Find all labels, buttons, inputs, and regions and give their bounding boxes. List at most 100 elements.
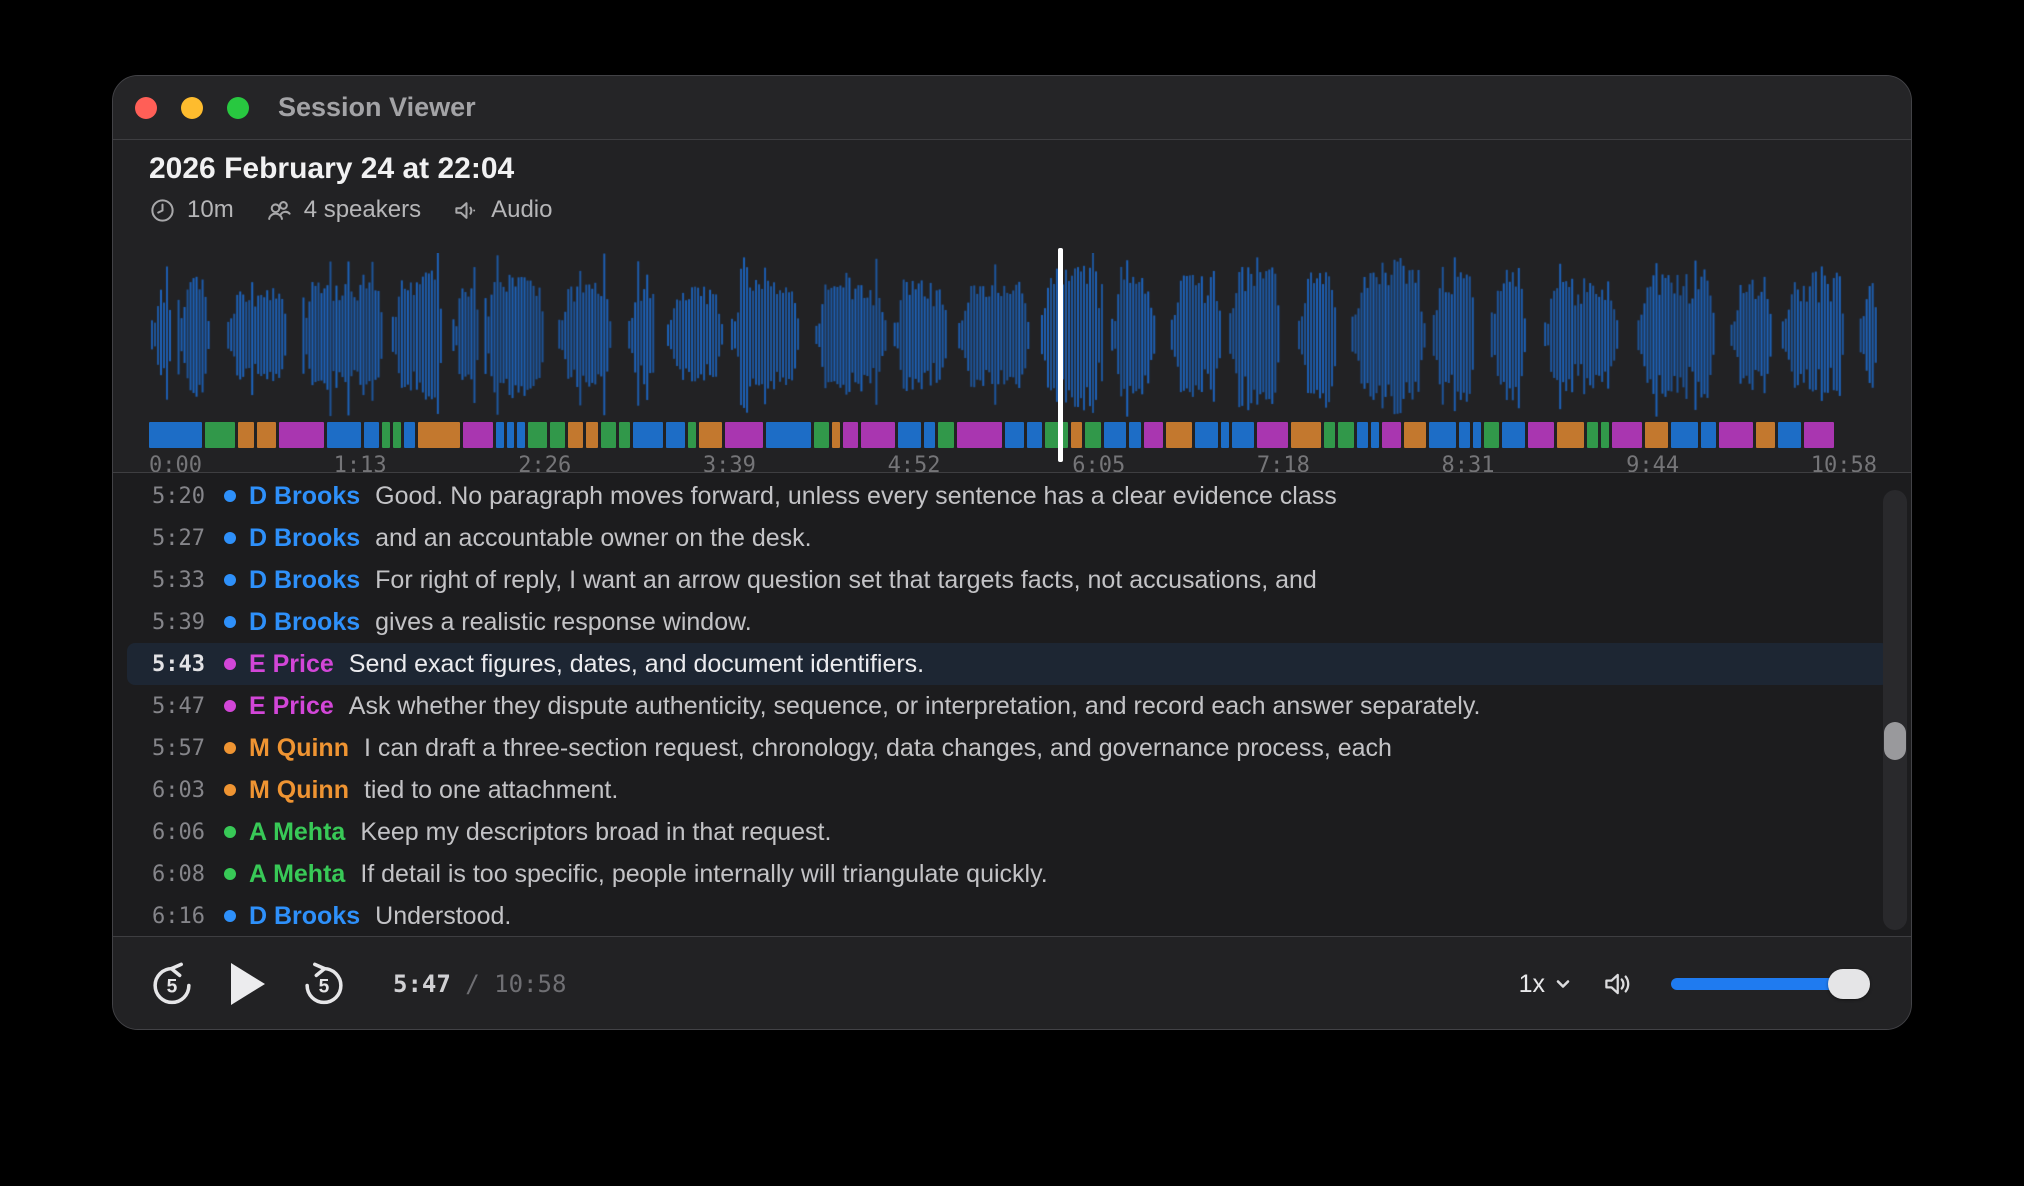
play-button[interactable] — [231, 963, 265, 1005]
speaker-segment[interactable] — [1166, 422, 1193, 448]
speaker-segment[interactable] — [550, 422, 565, 448]
speaker-segment[interactable] — [364, 422, 379, 448]
transcript-row[interactable]: 5:43E PriceSend exact figures, dates, an… — [127, 643, 1889, 685]
speaker-segment[interactable] — [1129, 422, 1140, 448]
speaker-segment[interactable] — [1429, 422, 1456, 448]
speaker-segment[interactable] — [699, 422, 722, 448]
speaker-segment[interactable] — [463, 422, 493, 448]
volume-slider-thumb[interactable] — [1828, 969, 1870, 999]
playback-speed-dropdown[interactable]: 1x — [1519, 970, 1573, 999]
speaker-segment[interactable] — [279, 422, 325, 448]
transcript-row[interactable]: 5:33D BrooksFor right of reply, I want a… — [127, 559, 1889, 601]
speaker-segment[interactable] — [1701, 422, 1716, 448]
speaker-segment[interactable] — [666, 422, 685, 448]
speaker-segment[interactable] — [1195, 422, 1218, 448]
transcript-row[interactable]: 5:39D Brooksgives a realistic response w… — [127, 601, 1889, 643]
speaker-segment[interactable] — [1027, 422, 1042, 448]
speaker-segment[interactable] — [843, 422, 858, 448]
speaker-segment[interactable] — [633, 422, 663, 448]
speaker-segment[interactable] — [1528, 422, 1555, 448]
speaker-segment[interactable] — [898, 422, 921, 448]
speaker-segment[interactable] — [404, 422, 415, 448]
speaker-segment[interactable] — [601, 422, 616, 448]
speaker-segment[interactable] — [1484, 422, 1499, 448]
speaker-segment[interactable] — [1104, 422, 1127, 448]
speaker-segment[interactable] — [1459, 422, 1470, 448]
speaker-segment[interactable] — [1045, 422, 1068, 448]
utterance-text: gives a realistic response window. — [375, 608, 752, 637]
speaker-segment[interactable] — [1257, 422, 1287, 448]
speaker-segment[interactable] — [1557, 422, 1584, 448]
speaker-segment[interactable] — [938, 422, 953, 448]
speaker-segment[interactable] — [1371, 422, 1379, 448]
speaker-segment[interactable] — [1382, 422, 1401, 448]
speaker-segment[interactable] — [1756, 422, 1775, 448]
speaker-segment[interactable] — [1778, 422, 1801, 448]
speaker-segment[interactable] — [1587, 422, 1598, 448]
speaker-segment-bar[interactable] — [149, 422, 1834, 448]
speaker-segment[interactable] — [1502, 422, 1525, 448]
waveform[interactable] — [149, 253, 1877, 417]
scrollbar-track[interactable] — [1883, 490, 1907, 930]
speaker-segment[interactable] — [1338, 422, 1353, 448]
speaker-segment[interactable] — [1221, 422, 1229, 448]
speaker-segment[interactable] — [257, 422, 276, 448]
speaker-segment[interactable] — [861, 422, 895, 448]
transcript-row[interactable]: 6:06A MehtaKeep my descriptors broad in … — [127, 811, 1889, 853]
speaker-segment[interactable] — [1085, 422, 1100, 448]
minimize-window-button[interactable] — [181, 97, 203, 119]
speaker-segment[interactable] — [1645, 422, 1668, 448]
speaker-segment[interactable] — [957, 422, 1003, 448]
speaker-segment[interactable] — [496, 422, 504, 448]
speaker-segment[interactable] — [205, 422, 235, 448]
speaker-segment[interactable] — [725, 422, 763, 448]
speaker-segment[interactable] — [1804, 422, 1834, 448]
speaker-segment[interactable] — [1612, 422, 1642, 448]
speaker-segment[interactable] — [688, 422, 696, 448]
speaker-segment[interactable] — [568, 422, 583, 448]
transcript-row[interactable]: 5:47E PriceAsk whether they dispute auth… — [127, 685, 1889, 727]
zoom-window-button[interactable] — [227, 97, 249, 119]
speaker-segment[interactable] — [149, 422, 202, 448]
volume-slider[interactable] — [1671, 978, 1867, 990]
speaker-segment[interactable] — [418, 422, 460, 448]
transcript-row[interactable]: 6:08A MehtaIf detail is too specific, pe… — [127, 853, 1889, 895]
speaker-segment[interactable] — [619, 422, 630, 448]
transcript-row[interactable]: 6:16D BrooksUnderstood. — [127, 895, 1889, 937]
speaker-segment[interactable] — [814, 422, 829, 448]
transcript-row[interactable]: 5:27D Brooksand an accountable owner on … — [127, 517, 1889, 559]
speaker-segment[interactable] — [327, 422, 361, 448]
speaker-segment[interactable] — [1473, 422, 1481, 448]
speaker-segment[interactable] — [1071, 422, 1082, 448]
transcript-row[interactable]: 6:03M Quinntied to one attachment. — [127, 769, 1889, 811]
transcript-row[interactable]: 5:20D BrooksGood. No paragraph moves for… — [127, 475, 1889, 517]
speaker-segment[interactable] — [507, 422, 515, 448]
speaker-segment[interactable] — [586, 422, 597, 448]
speaker-name: E Price — [249, 650, 334, 679]
skip-back-5-button[interactable]: 5 — [149, 961, 195, 1007]
speaker-segment[interactable] — [1671, 422, 1698, 448]
speaker-segment[interactable] — [1005, 422, 1024, 448]
speaker-segment[interactable] — [393, 422, 401, 448]
speaker-segment[interactable] — [517, 422, 525, 448]
speaker-segment[interactable] — [1232, 422, 1255, 448]
speaker-segment[interactable] — [1324, 422, 1335, 448]
speaker-segment[interactable] — [1144, 422, 1163, 448]
speaker-segment[interactable] — [832, 422, 840, 448]
speaker-segment[interactable] — [1601, 422, 1609, 448]
speaker-segment[interactable] — [1719, 422, 1753, 448]
speaker-name: D Brooks — [249, 566, 360, 595]
close-window-button[interactable] — [135, 97, 157, 119]
speaker-segment[interactable] — [528, 422, 547, 448]
speaker-segment[interactable] — [766, 422, 812, 448]
skip-forward-5-button[interactable]: 5 — [301, 961, 347, 1007]
playhead[interactable] — [1058, 248, 1063, 462]
speaker-segment[interactable] — [382, 422, 390, 448]
scrollbar-thumb[interactable] — [1884, 722, 1906, 760]
speaker-segment[interactable] — [1404, 422, 1427, 448]
transcript-row[interactable]: 5:57M QuinnI can draft a three-section r… — [127, 727, 1889, 769]
speaker-segment[interactable] — [924, 422, 935, 448]
speaker-segment[interactable] — [1291, 422, 1321, 448]
speaker-segment[interactable] — [238, 422, 253, 448]
speaker-segment[interactable] — [1357, 422, 1368, 448]
